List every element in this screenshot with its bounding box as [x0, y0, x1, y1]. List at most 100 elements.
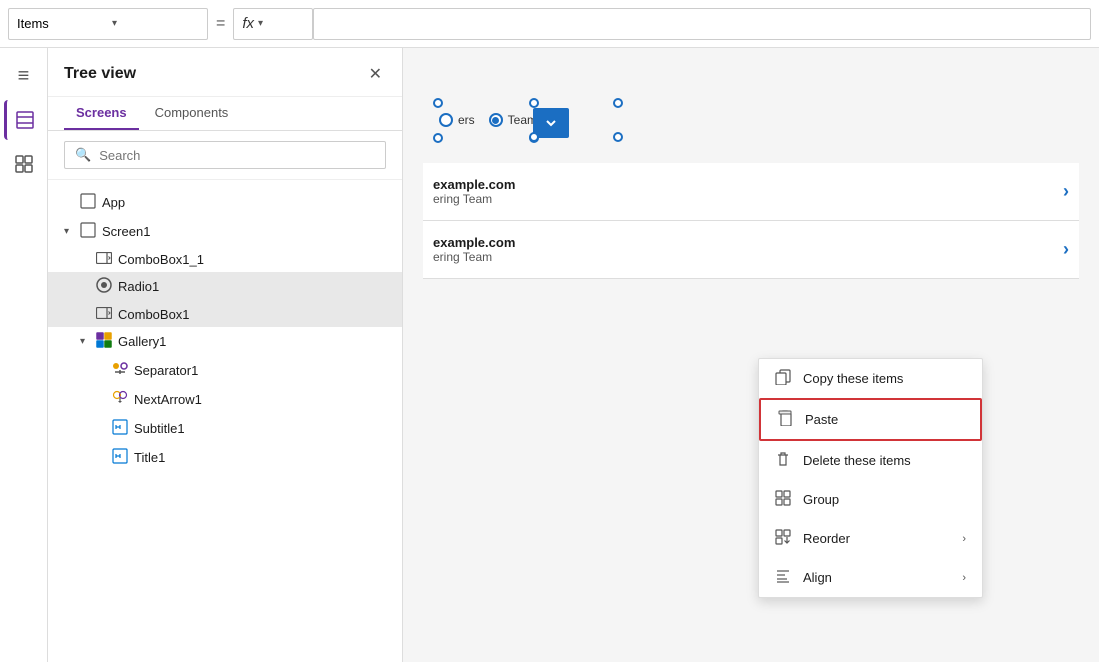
reorder-icon — [775, 529, 793, 548]
radio-circle-teams — [489, 113, 503, 127]
items-dropdown[interactable]: Items ▾ — [8, 8, 208, 40]
tree-item-combobox1-label: ComboBox1 — [118, 307, 386, 322]
align-arrow-icon: › — [962, 572, 966, 584]
expand-icon-subtitle1 — [96, 423, 112, 434]
context-menu-copy-label: Copy these items — [803, 371, 966, 386]
canvas-combobox-indicator — [533, 108, 569, 138]
sidebar-icon-components[interactable] — [4, 144, 44, 184]
app-icon — [80, 193, 96, 212]
fx-chevron: ▾ — [258, 18, 263, 29]
handle-tl — [433, 98, 443, 108]
tree-item-nextarrow1-label: NextArrow1 — [134, 392, 386, 407]
context-menu-group-label: Group — [803, 492, 966, 507]
tab-components[interactable]: Components — [143, 97, 241, 130]
canvas-list-item-1-info: example.com ering Team — [433, 235, 515, 264]
expand-icon-nextarrow1 — [96, 394, 112, 405]
tree-item-gallery1-label: Gallery1 — [118, 334, 386, 349]
expand-icon-screen1: ▾ — [64, 226, 80, 237]
tree-item-gallery1[interactable]: ▾ Gallery1 — [48, 327, 402, 356]
context-menu-delete-label: Delete these items — [803, 453, 966, 468]
handle-br — [529, 132, 539, 142]
canvas-list-item-0-title: example.com — [433, 177, 515, 192]
expand-icon-combobox1 — [80, 309, 96, 320]
context-menu-copy[interactable]: Copy these items — [759, 359, 982, 398]
handle-bm — [613, 132, 623, 142]
search-icon: 🔍 — [75, 147, 91, 163]
canvas-list-item-1-title: example.com — [433, 235, 515, 250]
context-menu-delete[interactable]: Delete these items — [759, 441, 982, 480]
components-icon — [14, 154, 34, 174]
canvas-list-item-0-sub: ering Team — [433, 192, 515, 206]
tree-item-separator1-label: Separator1 — [134, 363, 386, 378]
tree-item-app-label: App — [102, 195, 386, 210]
copy-icon — [775, 369, 793, 388]
tree-search-area: 🔍 — [48, 131, 402, 180]
search-input[interactable] — [99, 148, 375, 163]
tree-close-button[interactable]: ✕ — [365, 60, 386, 88]
reorder-arrow-icon: › — [962, 533, 966, 545]
tree-item-separator1[interactable]: Separator1 — [48, 356, 402, 385]
context-menu-paste[interactable]: Paste — [759, 398, 982, 441]
expand-icon-combobox1-1 — [80, 254, 96, 265]
formula-bar[interactable] — [313, 8, 1091, 40]
context-menu-group[interactable]: Group — [759, 480, 982, 519]
expand-icon-gallery1: ▾ — [80, 336, 96, 347]
items-dropdown-label: Items — [17, 16, 104, 31]
canvas-list: example.com ering Team › example.com eri… — [423, 163, 1079, 279]
paste-icon — [777, 410, 795, 429]
combobox1-1-icon — [96, 251, 112, 267]
tree-item-combobox1-1[interactable]: ComboBox1_1 — [48, 246, 402, 272]
fx-button[interactable]: fx ▾ — [233, 8, 313, 40]
items-dropdown-chevron: ▾ — [112, 18, 199, 29]
top-bar: Items ▾ = fx ▾ — [0, 0, 1099, 48]
sidebar-icon-layers[interactable] — [4, 100, 44, 140]
tree-item-nextarrow1[interactable]: NextArrow1 — [48, 385, 402, 414]
context-menu: Copy these items Paste — [758, 358, 983, 598]
expand-icon-title1 — [96, 452, 112, 463]
radio-circle-teams-fill — [492, 117, 499, 124]
canvas-list-item-1-chevron: › — [1063, 239, 1069, 260]
tree-tabs: Screens Components — [48, 97, 402, 131]
delete-icon — [775, 451, 793, 470]
radio-label-ers: ers — [458, 113, 475, 127]
context-menu-reorder[interactable]: Reorder › — [759, 519, 982, 558]
canvas-radio-group: ers Teams — [423, 103, 559, 137]
tree-content: App ▾ Screen1 — [48, 180, 402, 662]
tree-item-subtitle1-label: Subtitle1 — [134, 421, 386, 436]
context-menu-align[interactable]: Align › — [759, 558, 982, 597]
tree-item-subtitle1[interactable]: Subtitle1 — [48, 414, 402, 443]
tree-item-radio1[interactable]: Radio1 — [48, 272, 402, 301]
canvas-list-item-0-info: example.com ering Team — [433, 177, 515, 206]
sidebar-icon-menu[interactable]: ≡ — [4, 56, 44, 96]
group-icon — [775, 490, 793, 509]
expand-icon-separator1 — [96, 365, 112, 376]
handle-tm — [613, 98, 623, 108]
subtitle1-icon — [112, 419, 128, 438]
tree-item-screen1-label: Screen1 — [102, 224, 386, 239]
canvas-radio-option-ers: ers — [439, 113, 475, 127]
tree-item-app[interactable]: App — [48, 188, 402, 217]
tree-item-title1[interactable]: Title1 — [48, 443, 402, 472]
canvas-content: ers Teams — [403, 48, 1099, 662]
expand-icon-app — [64, 197, 80, 208]
tree-title: Tree view — [64, 65, 136, 83]
gallery1-icon — [96, 332, 112, 351]
search-box[interactable]: 🔍 — [64, 141, 386, 169]
tree-panel: Tree view ✕ Screens Components 🔍 — [48, 48, 403, 662]
tree-item-title1-label: Title1 — [134, 450, 386, 465]
canvas-list-item-0: example.com ering Team › — [423, 163, 1079, 221]
title1-icon — [112, 448, 128, 467]
left-sidebar: ≡ — [0, 48, 48, 662]
canvas-area: ers Teams — [403, 48, 1099, 662]
radio-circle-ers — [439, 113, 453, 127]
tab-screens[interactable]: Screens — [64, 97, 139, 130]
combobox-chevron-icon — [544, 116, 558, 130]
tree-item-screen1[interactable]: ▾ Screen1 — [48, 217, 402, 246]
tree-header: Tree view ✕ — [48, 48, 402, 97]
handle-ml — [433, 133, 443, 143]
context-menu-paste-label: Paste — [805, 412, 964, 427]
tree-item-radio1-label: Radio1 — [118, 279, 386, 294]
tree-item-combobox1[interactable]: ComboBox1 — [48, 301, 402, 327]
screen1-icon — [80, 222, 96, 241]
canvas-list-item-1: example.com ering Team › — [423, 221, 1079, 279]
